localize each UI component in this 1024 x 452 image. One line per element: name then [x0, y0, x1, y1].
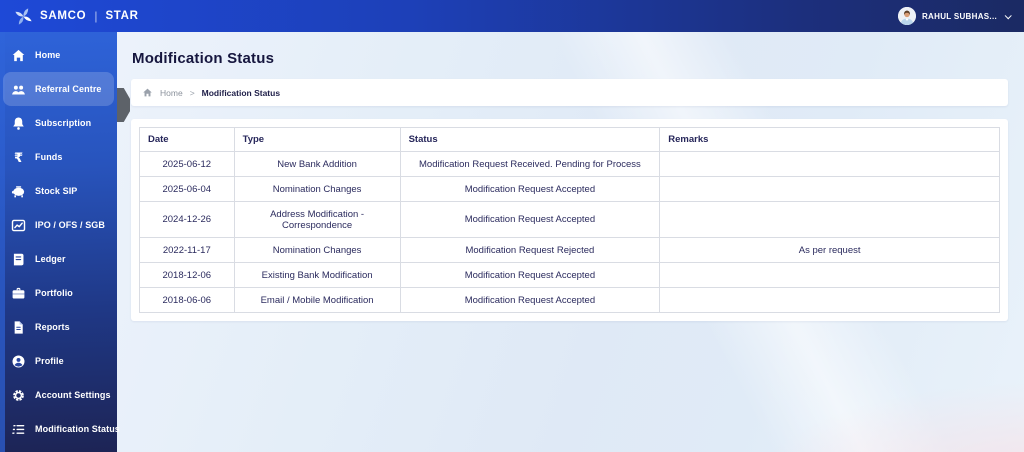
cell-remarks [659, 176, 1000, 202]
cell-remarks: As per request [659, 237, 1000, 263]
cell-status: Modification Request Accepted [399, 201, 661, 238]
cell-type: Email / Mobile Modification [233, 287, 401, 313]
main-content: Modification Status Home > Modification … [117, 32, 1024, 452]
sidebar-item-label: Portfolio [35, 288, 73, 298]
sidebar-item-subscription[interactable]: Subscription [0, 106, 117, 140]
line-chart-icon [11, 218, 26, 233]
table-header-row: Date Type Status Remarks [139, 127, 1000, 152]
table-row: 2024-12-26 Address Modification - Corresp… [139, 201, 1000, 238]
table-row: 2025-06-04 Nomination Changes Modification… [139, 176, 1000, 202]
brand-logo[interactable]: SAMCO | STAR [14, 7, 139, 26]
cell-date: 2024-12-26 [139, 201, 235, 238]
breadcrumb-current: Modification Status [201, 87, 281, 98]
sidebar-item-label: Referral Centre [35, 84, 102, 94]
piggy-bank-icon [11, 184, 26, 199]
cell-status: Modification Request Received. Pending f… [399, 151, 661, 177]
briefcase-icon [11, 286, 26, 301]
cell-remarks [659, 201, 1000, 238]
column-header-remarks: Remarks [659, 127, 1000, 152]
user-name: RAHUL SUBHAS... [921, 11, 997, 21]
modification-table-card: Date Type Status Remarks 2025-06-12 New Bank… [131, 119, 1008, 321]
cell-date: 2018-06-06 [139, 287, 235, 313]
brand-product: STAR [105, 10, 139, 22]
cell-remarks [659, 287, 1000, 313]
breadcrumb-separator: > [189, 87, 195, 98]
cell-type: Existing Bank Modification [233, 262, 401, 288]
column-header-type: Type [233, 127, 401, 152]
cell-date: 2025-06-12 [139, 151, 235, 177]
cell-type: Nomination Changes [233, 237, 401, 263]
sidebar-item-portfolio[interactable]: Portfolio [0, 276, 117, 310]
sidebar-item-label: Stock SIP [35, 186, 78, 196]
cell-date: 2022-11-17 [139, 237, 235, 263]
modification-table: Date Type Status Remarks 2025-06-12 New Bank… [139, 127, 1000, 313]
table-row: 2018-12-06 Existing Bank Modification Modi… [139, 262, 1000, 288]
sidebar-item-label: Profile [35, 356, 64, 366]
sidebar-item-label: Home [35, 50, 61, 60]
sidebar: Home Referral Centre Subscription ₹ Funds Sto… [0, 32, 120, 452]
sidebar-item-funds[interactable]: ₹ Funds [0, 140, 117, 174]
column-header-status: Status [399, 127, 661, 152]
topbar: SAMCO | STAR RAHUL SUBHAS... [0, 0, 1024, 32]
person-circle-icon [11, 354, 26, 369]
breadcrumb-home-link[interactable]: Home [160, 88, 183, 98]
gear-icon [11, 388, 26, 403]
cell-remarks [659, 262, 1000, 288]
sidebar-item-profile[interactable]: Profile [0, 344, 117, 378]
cell-date: 2025-06-04 [139, 176, 235, 202]
sidebar-item-label: IPO / OFS / SGB [35, 220, 106, 230]
home-icon [142, 87, 153, 98]
home-icon [11, 48, 26, 63]
sidebar-item-home[interactable]: Home [0, 38, 117, 72]
document-icon [11, 320, 26, 335]
samco-logo-icon [14, 7, 33, 26]
cell-date: 2018-12-06 [139, 262, 235, 288]
page-title: Modification Status [132, 50, 275, 67]
sidebar-item-ledger[interactable]: Ledger [0, 242, 117, 276]
brand-name: SAMCO [40, 10, 87, 22]
cell-status: Modification Request Accepted [399, 262, 661, 288]
sidebar-item-label: Ledger [35, 254, 66, 264]
sidebar-item-stock-sip[interactable]: Stock SIP [0, 174, 117, 208]
sidebar-item-label: Reports [35, 322, 70, 332]
cell-status: Modification Request Rejected [399, 237, 661, 263]
brand-divider: | [94, 9, 98, 23]
cell-status: Modification Request Accepted [399, 176, 661, 202]
chevron-down-icon [1004, 11, 1012, 19]
cell-status: Modification Request Accepted [399, 287, 661, 313]
breadcrumb: Home > Modification Status [131, 79, 1008, 106]
cell-type: New Bank Addition [233, 151, 401, 177]
sidebar-collapse-handle[interactable] [117, 88, 130, 122]
sidebar-item-label: Modification Status [35, 424, 120, 434]
sidebar-item-label: Funds [35, 152, 63, 162]
table-row: 2025-06-12 New Bank Addition Modification … [139, 151, 1000, 177]
sidebar-item-referral-centre[interactable]: Referral Centre [3, 72, 114, 106]
cell-type: Nomination Changes [233, 176, 401, 202]
table-row: 2018-06-06 Email / Mobile Modification Mod… [139, 287, 1000, 313]
table-row: 2022-11-17 Nomination Changes Modification… [139, 237, 1000, 263]
checklist-icon [11, 422, 26, 437]
avatar [897, 7, 916, 25]
svg-text:₹: ₹ [14, 151, 23, 165]
user-menu[interactable]: RAHUL SUBHAS... [897, 7, 1012, 25]
sidebar-item-reports[interactable]: Reports [0, 310, 117, 344]
sidebar-item-account-settings[interactable]: Account Settings [0, 378, 117, 412]
sidebar-item-modification-status[interactable]: Modification Status [0, 412, 120, 446]
sidebar-item-label: Subscription [35, 118, 92, 128]
cell-type: Address Modification - Correspondence [233, 201, 401, 238]
bell-icon [11, 116, 26, 131]
book-icon [11, 252, 26, 267]
referral-people-icon [11, 82, 26, 97]
column-header-date: Date [139, 127, 235, 152]
sidebar-item-ipo-ofs-sgb[interactable]: IPO / OFS / SGB [0, 208, 117, 242]
sidebar-nav-list: Home Referral Centre Subscription ₹ Funds Sto… [0, 32, 120, 446]
cell-remarks [659, 151, 1000, 177]
rupee-icon: ₹ [11, 150, 26, 165]
sidebar-item-label: Account Settings [35, 390, 111, 400]
